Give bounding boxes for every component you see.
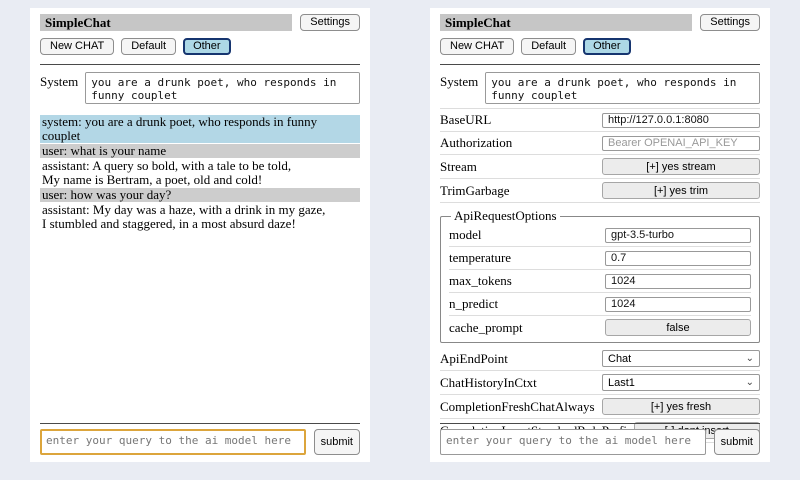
- baseurl-input[interactable]: [602, 113, 760, 128]
- chat-message-user: user: what is your name: [40, 144, 360, 158]
- trimgarbage-toggle-button[interactable]: [+] yes trim: [602, 182, 760, 199]
- system-prompt-row: System you are a drunk poet, who respond…: [40, 72, 360, 104]
- system-prompt-input[interactable]: you are a drunk poet, who responds in fu…: [485, 72, 760, 104]
- session-button-other[interactable]: Other: [583, 38, 631, 55]
- titlebar: SimpleChat Settings: [440, 14, 760, 31]
- api-endpoint-row: ApiEndPoint Chat ⌄: [440, 347, 760, 371]
- chat-message-user: user: how was your day?: [40, 188, 360, 202]
- session-button-default[interactable]: Default: [521, 38, 576, 55]
- api-endpoint-value: Chat: [608, 353, 631, 365]
- new-chat-button[interactable]: New CHAT: [440, 38, 514, 55]
- max-tokens-input[interactable]: [605, 274, 751, 289]
- api-endpoint-select[interactable]: Chat ⌄: [602, 350, 760, 367]
- app-title: SimpleChat: [40, 14, 292, 31]
- baseurl-label: BaseURL: [440, 112, 491, 128]
- chat-message-system: system: you are a drunk poet, who respon…: [40, 115, 360, 143]
- session-button-default[interactable]: Default: [121, 38, 176, 55]
- settings-list: BaseURL Authorization Stream [+] yes str…: [440, 108, 760, 443]
- authorization-row: Authorization: [440, 132, 760, 155]
- chevron-down-icon: ⌄: [746, 354, 754, 364]
- api-request-options-fieldset: ApiRequestOptions model temperature max_…: [440, 208, 760, 343]
- chat-panel: SimpleChat Settings New CHAT Default Oth…: [30, 8, 370, 462]
- api-endpoint-label: ApiEndPoint: [440, 351, 508, 367]
- query-input[interactable]: [40, 429, 306, 455]
- stream-label: Stream: [440, 159, 477, 175]
- submit-button[interactable]: submit: [314, 429, 360, 455]
- cache-prompt-toggle-button[interactable]: false: [605, 319, 751, 336]
- chevron-down-icon: ⌄: [746, 378, 754, 388]
- temperature-row: temperature: [449, 247, 751, 270]
- session-toolbar: New CHAT Default Other: [440, 38, 760, 55]
- n-predict-input[interactable]: [605, 297, 751, 312]
- chat-history-in-ctxt-value: Last1: [608, 377, 635, 389]
- app-title: SimpleChat: [440, 14, 692, 31]
- divider: [440, 64, 760, 65]
- cache-prompt-row: cache_prompt false: [449, 316, 751, 339]
- completion-fresh-chat-always-label: CompletionFreshChatAlways: [440, 399, 595, 415]
- model-label: model: [449, 227, 482, 243]
- max-tokens-row: max_tokens: [449, 270, 751, 293]
- stream-row: Stream [+] yes stream: [440, 155, 760, 179]
- system-prompt-input[interactable]: you are a drunk poet, who responds in fu…: [85, 72, 360, 104]
- settings-panel: SimpleChat Settings New CHAT Default Oth…: [430, 8, 770, 462]
- session-toolbar: New CHAT Default Other: [40, 38, 360, 55]
- system-prompt-row: System you are a drunk poet, who respond…: [440, 72, 760, 104]
- chat-log: system: you are a drunk poet, who respon…: [40, 115, 360, 231]
- max-tokens-label: max_tokens: [449, 273, 512, 289]
- chat-message-assistant: assistant: A query so bold, with a tale …: [40, 159, 360, 187]
- divider: [440, 423, 760, 424]
- system-label: System: [440, 72, 478, 90]
- api-request-options-legend: ApiRequestOptions: [451, 208, 560, 224]
- system-label: System: [40, 72, 78, 90]
- authorization-label: Authorization: [440, 135, 512, 151]
- settings-button[interactable]: Settings: [700, 14, 760, 31]
- query-bar: submit: [440, 414, 760, 455]
- temperature-label: temperature: [449, 250, 511, 266]
- trimgarbage-label: TrimGarbage: [440, 183, 510, 199]
- temperature-input[interactable]: [605, 251, 751, 266]
- query-bar: submit: [40, 414, 360, 455]
- model-input[interactable]: [605, 228, 751, 243]
- n-predict-row: n_predict: [449, 293, 751, 316]
- model-row: model: [449, 224, 751, 247]
- cache-prompt-label: cache_prompt: [449, 320, 523, 336]
- divider: [40, 64, 360, 65]
- divider: [40, 423, 360, 424]
- baseurl-row: BaseURL: [440, 109, 760, 132]
- chat-history-in-ctxt-row: ChatHistoryInCtxt Last1 ⌄: [440, 371, 760, 395]
- stream-toggle-button[interactable]: [+] yes stream: [602, 158, 760, 175]
- session-button-other[interactable]: Other: [183, 38, 231, 55]
- settings-button[interactable]: Settings: [300, 14, 360, 31]
- titlebar: SimpleChat Settings: [40, 14, 360, 31]
- chat-history-in-ctxt-label: ChatHistoryInCtxt: [440, 375, 537, 391]
- completion-fresh-chat-always-toggle-button[interactable]: [+] yes fresh: [602, 398, 760, 415]
- n-predict-label: n_predict: [449, 296, 498, 312]
- new-chat-button[interactable]: New CHAT: [40, 38, 114, 55]
- chat-history-in-ctxt-select[interactable]: Last1 ⌄: [602, 374, 760, 391]
- query-input[interactable]: [440, 429, 706, 455]
- trimgarbage-row: TrimGarbage [+] yes trim: [440, 179, 760, 203]
- authorization-input[interactable]: [602, 136, 760, 151]
- chat-message-assistant: assistant: My day was a haze, with a dri…: [40, 203, 360, 231]
- submit-button[interactable]: submit: [714, 429, 760, 455]
